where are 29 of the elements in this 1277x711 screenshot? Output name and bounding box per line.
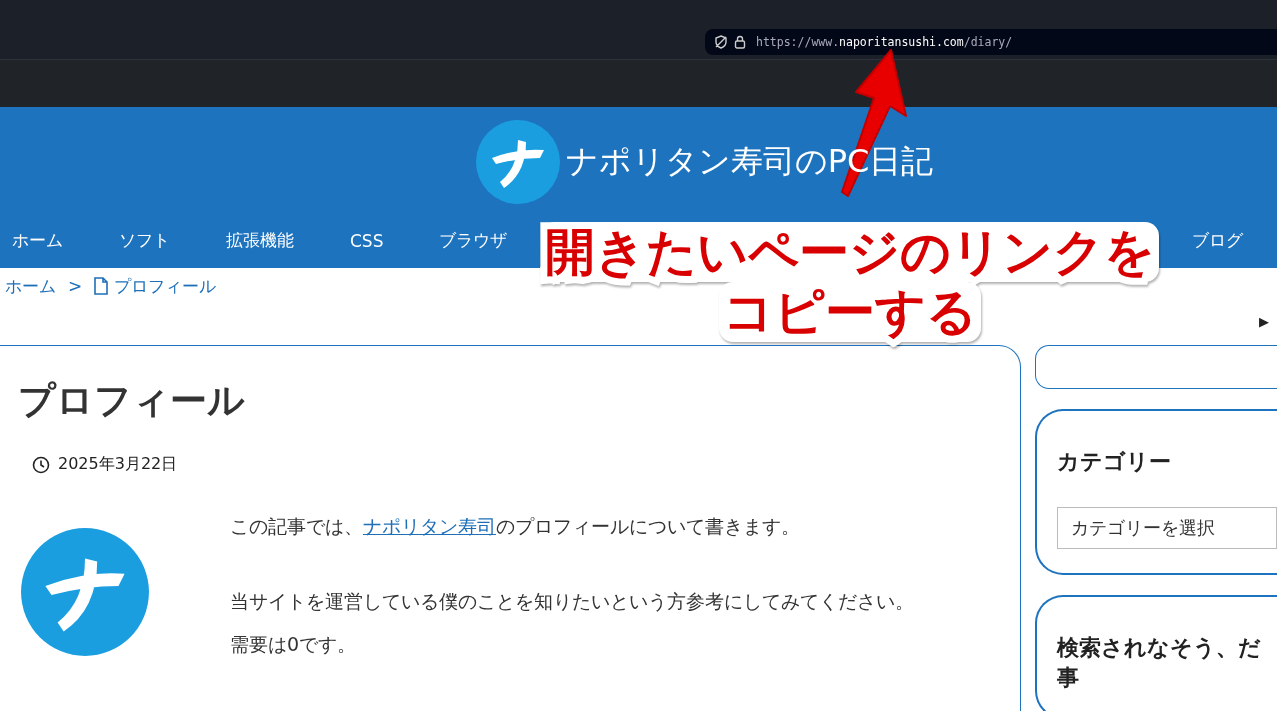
address-bar[interactable]: https://www.naporitansushi.com/diary/ xyxy=(705,29,1277,55)
post-date: 2025年3月22日 xyxy=(58,454,178,475)
url-scheme: https://www. xyxy=(756,35,840,49)
url-domain: naporitansushi.com xyxy=(839,35,964,49)
nav-link[interactable]: ブログ xyxy=(1192,229,1243,252)
article-title: プロフィール xyxy=(18,378,246,424)
avatar-icon xyxy=(18,525,152,659)
widget-title: カテゴリー xyxy=(1057,448,1172,476)
profile-link[interactable]: ナポリタン寿司 xyxy=(363,515,496,537)
clock-icon xyxy=(32,455,50,474)
breadcrumb-link[interactable]: ホーム xyxy=(5,274,56,298)
paragraph: 当サイトを運営している僕のことを知りたいという方参考にしてみてください。需要は0です。 xyxy=(230,589,915,657)
annotation-text: 開きたいページのリンクを コピーする xyxy=(520,222,1180,342)
category-select[interactable]: カテゴリーを選択 xyxy=(1057,507,1277,549)
disclosure-toggle[interactable]: ▶ xyxy=(1259,313,1269,329)
nav-link[interactable]: ブラウザ xyxy=(439,229,508,252)
document-icon xyxy=(94,277,109,295)
logo-icon[interactable] xyxy=(473,117,562,206)
lock-icon[interactable] xyxy=(734,35,746,49)
nav-link[interactable]: CSS xyxy=(350,230,384,251)
nav-link[interactable]: 拡張機能 xyxy=(226,229,294,252)
shield-slash-icon[interactable] xyxy=(714,35,728,49)
nav-link[interactable]: ホーム xyxy=(12,229,63,252)
paragraph: この記事では、ナポリタン寿司のプロフィールについて書きます。 xyxy=(230,514,801,539)
breadcrumb-link[interactable]: プロフィール xyxy=(114,274,217,298)
nav-link[interactable]: ソフト xyxy=(119,229,170,252)
breadcrumb-link[interactable]: > xyxy=(68,276,83,296)
widget-title: 検索されなそう、だ 事 xyxy=(1057,634,1262,692)
url-path: /diary/ xyxy=(963,35,1013,49)
